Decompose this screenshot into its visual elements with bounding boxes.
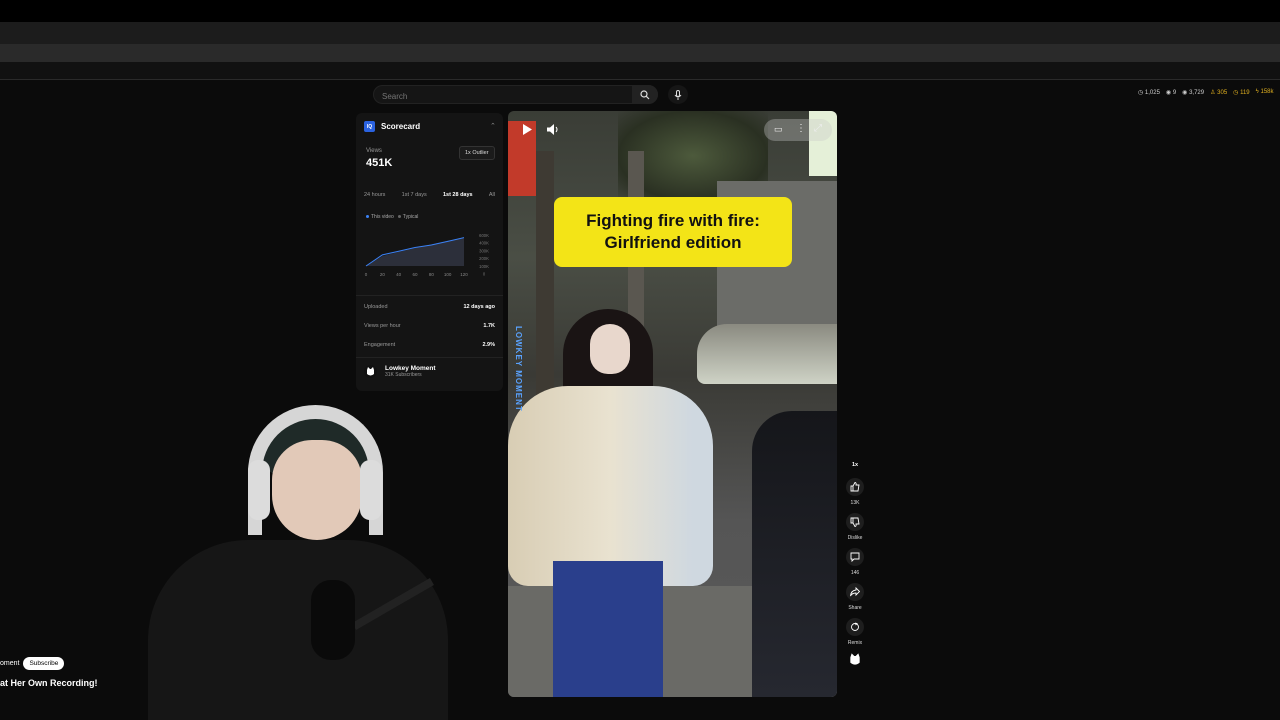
search-icon (640, 89, 650, 99)
like-count: 13K (850, 500, 860, 506)
stat-item: ◉ 3,729 (1182, 90, 1205, 96)
short-video-player[interactable]: LOWKEY MOMENT Fighting fire with fire: G… (508, 111, 837, 697)
play-button[interactable] (520, 122, 534, 136)
channel-logo-icon (850, 653, 860, 665)
channel-info[interactable]: Lowkey Moment 31K Subscribers (364, 365, 436, 378)
window-titlebar (0, 0, 1280, 22)
comments-button[interactable]: 146 (846, 548, 864, 576)
comment-icon (846, 548, 864, 566)
comment-count: 146 (850, 570, 860, 576)
channel-avatar-icon (364, 365, 377, 378)
divider (356, 295, 503, 296)
channel-name-partial[interactable]: oment (0, 660, 19, 667)
video-watermark: LOWKEY MOMENT (514, 326, 523, 412)
dislike-button[interactable]: Dislike (846, 513, 864, 541)
tab-1st-7-days[interactable]: 1st 7 days (402, 192, 427, 198)
scorecard-panel: IQ Scorecard ⌃ Views 451K 1x Outlier 24 … (356, 113, 503, 391)
x-tick-label: 80 (429, 272, 435, 277)
tab-all[interactable]: All (489, 192, 495, 198)
stat-row-uploaded: Uploaded 12 days ago (364, 304, 495, 310)
y-tick-label: 400K (479, 241, 489, 246)
fullscreen-icon[interactable]: ⤢ (814, 123, 822, 134)
dislike-label: Dislike (847, 535, 863, 541)
volume-icon (547, 123, 558, 135)
stat-row-views-per-hour: Views per hour 1.7K (364, 323, 495, 329)
stat-row-engagement: Engagement 2.9% (364, 342, 495, 348)
stat-item: ◷ 119 (1233, 90, 1250, 96)
scorecard-header[interactable]: IQ Scorecard (364, 121, 420, 132)
y-tick-label: 300K (479, 248, 489, 253)
search-bar[interactable] (373, 85, 658, 105)
remix-button[interactable]: Remix (846, 618, 864, 646)
thumbs-down-icon (846, 513, 864, 531)
x-tick-label: 60 (412, 272, 418, 277)
shorts-action-bar: 1x 13K Dislike 146 Share Remix (842, 462, 868, 674)
vidiq-logo-icon: IQ (364, 121, 375, 132)
search-input[interactable] (374, 88, 614, 105)
chart-legend: This video Typical (366, 214, 418, 220)
collapse-chevron-icon[interactable]: ⌃ (490, 122, 496, 130)
like-button[interactable]: 13K (846, 478, 864, 506)
more-options-icon[interactable]: ⋮ (796, 123, 806, 134)
stats-bar: ◷ 1,025 ◉ 9 ◉ 3,729 ♙ 305 ◷ 119 ϟ 158k (1138, 89, 1274, 99)
captions-icon[interactable]: ▭ (774, 124, 783, 135)
legend-item: Typical (397, 214, 418, 220)
stat-item: ◉ 9 (1165, 90, 1177, 96)
channel-name: Lowkey Moment (385, 365, 436, 372)
voice-search-button[interactable] (668, 85, 688, 104)
views-chart: 0 20 40 60 80 100 120 600K 400K 300K 200K 100K 0 (365, 233, 489, 277)
views-value: 451K (366, 157, 393, 169)
y-tick-label: 100K (479, 264, 489, 269)
share-button[interactable]: Share (846, 583, 864, 611)
subscribe-button[interactable]: Subscribe (23, 657, 65, 670)
stat-item: ◷ 1,025 (1138, 90, 1160, 96)
video-caption-overlay: Fighting fire with fire: Girlfriend edit… (554, 197, 792, 267)
remix-label: Remix (847, 640, 863, 646)
x-tick-label: 0 (365, 272, 368, 277)
x-tick-label: 20 (380, 272, 386, 277)
tab-1st-28-days[interactable]: 1st 28 days (443, 192, 473, 198)
x-tick-label: 40 (396, 272, 402, 277)
search-button[interactable] (632, 85, 658, 104)
share-icon (846, 583, 864, 601)
play-icon (523, 123, 532, 135)
share-label: Share (848, 605, 862, 611)
channel-subscribers: 31K Subscribers (385, 372, 422, 378)
browser-bookmarks-bar (0, 62, 1280, 80)
x-tick-label: 100 (444, 272, 452, 277)
streamer-webcam (148, 400, 488, 720)
playback-speed[interactable]: 1x (852, 462, 858, 468)
tab-24-hours[interactable]: 24 hours (364, 192, 385, 198)
channel-avatar-small[interactable] (849, 653, 861, 667)
volume-button[interactable] (546, 122, 560, 136)
scorecard-title: Scorecard (381, 122, 421, 131)
y-tick-label: 0 (483, 272, 486, 277)
microphone (311, 580, 355, 660)
stat-item: ♙ 305 (1210, 90, 1228, 96)
views-label: Views (366, 148, 382, 154)
video-channel-row: oment Subscribe (0, 657, 65, 670)
browser-tab-bar (0, 22, 1280, 44)
x-tick-label: 120 (460, 272, 468, 277)
stat-item: ϟ 158k (1255, 89, 1274, 95)
browser-address-bar[interactable] (0, 44, 1280, 62)
legend-item: This video (366, 214, 394, 220)
typical-area (366, 238, 464, 266)
video-title-partial: at Her Own Recording! (0, 678, 98, 688)
thumbs-up-icon (846, 478, 864, 496)
remix-icon (846, 618, 864, 636)
outlier-badge: 1x Outlier (459, 146, 495, 160)
time-range-tabs: 24 hours 1st 7 days 1st 28 days All (364, 192, 495, 198)
y-tick-label: 600K (479, 233, 489, 238)
divider (356, 357, 503, 358)
y-tick-label: 200K (479, 256, 489, 261)
microphone-icon (674, 89, 682, 100)
video-top-controls[interactable]: ▭ ⋮ ⤢ (764, 119, 832, 141)
